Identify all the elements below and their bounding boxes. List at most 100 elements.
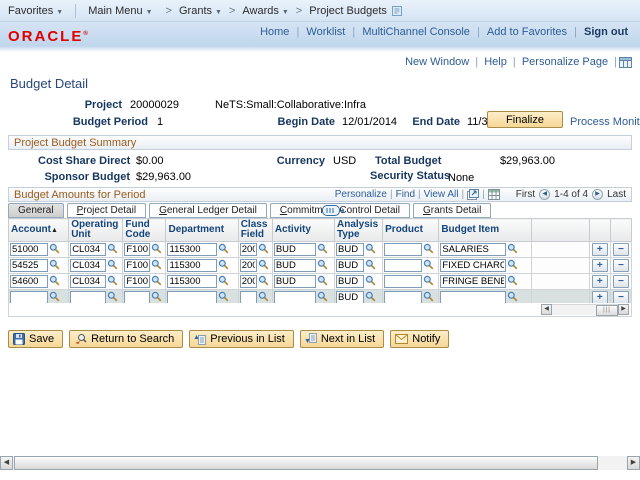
lookup-icon[interactable] [49,259,60,273]
lookup-icon[interactable] [49,243,60,257]
scrollbar-thumb[interactable]: ||| [596,305,618,316]
notify-button[interactable]: Notify [390,330,450,348]
lookup-icon[interactable] [365,275,376,289]
next-page-icon[interactable]: ▶ [592,189,604,200]
scroll-right-icon[interactable]: ▶ [627,456,640,470]
grid-cell-input[interactable] [239,259,257,272]
next-in-list-button[interactable]: Next in List [299,330,385,348]
last-link[interactable]: Last [607,189,626,200]
scroll-right-icon[interactable]: ▶ [618,304,629,315]
grid-cell-input[interactable] [239,243,257,256]
lookup-icon[interactable] [151,243,162,257]
grid-cell-input[interactable] [336,275,364,288]
favorites-menu[interactable]: Favorites ▼ [0,5,71,17]
tab-general[interactable]: General [8,203,64,218]
scroll-left-icon[interactable]: ◀ [541,304,552,315]
lookup-icon[interactable] [218,275,229,289]
add-to-favorites-link[interactable]: Add to Favorites [487,26,567,38]
personalize-page-link[interactable]: Personalize Page [522,56,608,68]
grid-cell-input[interactable] [239,275,257,288]
process-monitor-link[interactable]: Process Monitor [570,116,640,128]
grid-cell-input[interactable] [124,275,151,288]
grid-cell-input[interactable] [384,275,423,288]
grid-cell-input[interactable] [440,275,507,288]
lookup-icon[interactable] [317,259,328,273]
grid-cell-input[interactable] [10,275,48,288]
add-row-button[interactable]: + [591,275,608,288]
view-all-link[interactable]: View All [424,189,459,200]
add-row-button[interactable]: + [591,259,608,272]
help-link[interactable]: Help [484,56,507,68]
grid-cell-input[interactable] [70,259,107,272]
grid-cell-input[interactable] [124,259,151,272]
grid-cell-input[interactable] [440,259,507,272]
grid-cell-input[interactable] [384,243,423,256]
home-link[interactable]: Home [260,26,289,38]
lookup-icon[interactable] [49,275,60,289]
lookup-icon[interactable] [107,243,118,257]
tab-project-detail[interactable]: Project Detail [66,203,147,218]
grid-cell-input[interactable] [273,243,316,256]
lookup-icon[interactable] [151,259,162,273]
previous-in-list-button[interactable]: Previous in List [189,330,294,348]
lookup-icon[interactable] [423,259,434,273]
show-all-columns-icon[interactable] [322,205,344,216]
delete-row-button[interactable]: − [612,275,629,288]
grid-cell-input[interactable] [440,243,507,256]
lookup-icon[interactable] [218,259,229,273]
breadcrumb-page-icon[interactable] [391,5,403,17]
new-window-link[interactable]: New Window [405,56,469,68]
grid-cell-input[interactable] [384,259,423,272]
grid-cell-input[interactable] [167,259,218,272]
finalize-button[interactable]: Finalize [487,111,563,128]
lookup-icon[interactable] [507,243,518,257]
lookup-icon[interactable] [507,259,518,273]
column-header-activity[interactable]: Activity [271,218,336,242]
lookup-icon[interactable] [107,259,118,273]
lookup-icon[interactable] [365,259,376,273]
first-link[interactable]: First [516,189,535,200]
column-header-budget-item[interactable]: Budget Item [438,218,532,242]
grid-popup-icon[interactable] [467,189,480,200]
return-to-search-button[interactable]: Return to Search [69,330,184,348]
find-link[interactable]: Find [396,189,415,200]
personalize-link[interactable]: Personalize [335,189,387,200]
lookup-icon[interactable] [151,275,162,289]
grid-cell-input[interactable] [10,259,48,272]
grid-cell-input[interactable] [273,259,316,272]
save-button[interactable]: Save [8,330,64,348]
grid-cell-input[interactable] [167,243,218,256]
lookup-icon[interactable] [423,275,434,289]
download-to-excel-icon[interactable] [487,189,500,200]
column-header-account[interactable]: Account▲ [7,218,70,242]
http-icon[interactable] [619,56,632,68]
grid-cell-input[interactable] [336,243,364,256]
main-menu[interactable]: Main Menu ▼ [80,5,160,17]
column-header-analysis-type[interactable]: Analysis Type [333,218,384,242]
column-header-fund-code[interactable]: Fund Code [122,218,167,242]
lookup-icon[interactable] [365,243,376,257]
lookup-icon[interactable] [258,259,269,273]
grid-cell-input[interactable] [70,243,107,256]
tab-general-ledger-detail[interactable]: General Ledger Detail [149,203,267,218]
grid-cell-input[interactable] [70,275,107,288]
lookup-icon[interactable] [107,275,118,289]
column-header-product[interactable]: Product [382,218,440,242]
column-header-department[interactable]: Department [165,218,239,242]
delete-row-button[interactable]: − [612,259,629,272]
tab-grants-detail[interactable]: Grants Detail [412,203,492,218]
grid-cell-input[interactable] [336,259,364,272]
sign-out-link[interactable]: Sign out [584,26,628,38]
scrollbar-thumb[interactable] [14,456,598,470]
lookup-icon[interactable] [258,243,269,257]
lookup-icon[interactable] [258,275,269,289]
grid-cell-input[interactable] [167,275,218,288]
column-header-operating-unit[interactable]: Operating Unit [68,218,124,242]
breadcrumb-item-awards[interactable]: Awards ▼ [240,5,290,17]
lookup-icon[interactable] [507,275,518,289]
scroll-left-icon[interactable]: ◀ [0,456,13,470]
grid-cell-input[interactable] [124,243,151,256]
breadcrumb-item-grants[interactable]: Grants ▼ [177,5,224,17]
grid-cell-input[interactable] [10,243,48,256]
lookup-icon[interactable] [317,275,328,289]
